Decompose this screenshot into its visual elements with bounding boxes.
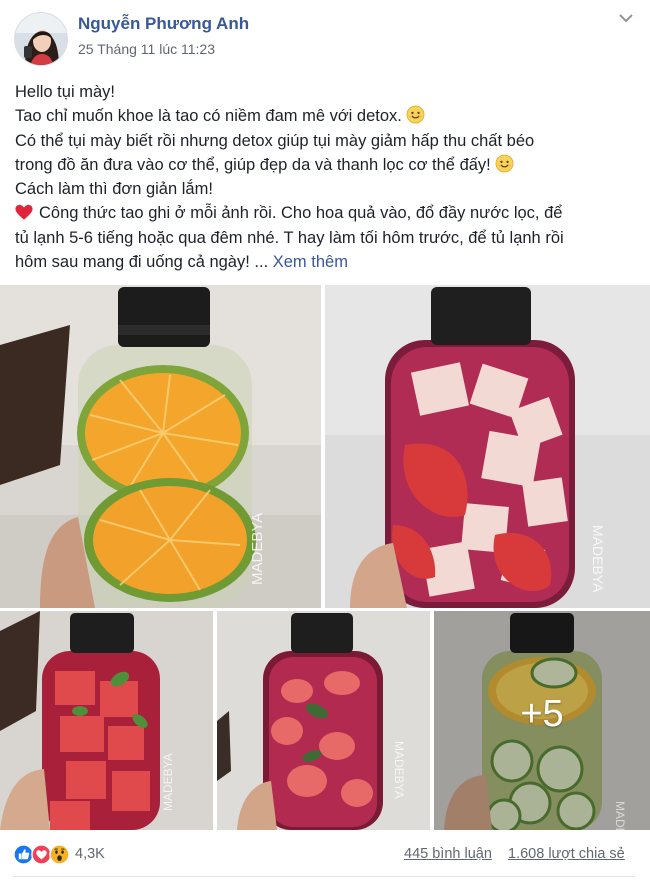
facebook-post: Nguyễn Phương Anh 25 Tháng 11 lúc 11:23 … — [0, 0, 650, 885]
post-line-5: Cách làm thì đơn giản lắm! — [15, 180, 213, 199]
avatar-image — [15, 13, 67, 65]
red-heart-emoji-icon — [15, 205, 33, 221]
more-photos-count: +5 — [520, 693, 564, 735]
post-line-6: Công thức tao ghi ở mỗi ảnh rồi. Cho hoa… — [15, 201, 635, 225]
footer-divider — [13, 876, 635, 877]
photo-watermark: MADEBYA — [392, 741, 406, 799]
photo-watermark: MADEBYA — [161, 753, 175, 811]
photo-watermark: MADEBYA — [249, 513, 266, 585]
reactions-summary[interactable]: 4,3K — [13, 843, 105, 865]
post-timestamp[interactable]: 25 Tháng 11 lúc 11:23 — [78, 41, 215, 57]
author-avatar[interactable] — [14, 12, 68, 66]
photo-orange-lime-bottle[interactable]: MADEBYA — [0, 285, 321, 608]
more-photos-overlay[interactable]: +5 — [434, 611, 650, 830]
smiling-face-emoji-icon — [406, 105, 425, 124]
chevron-down-icon[interactable] — [616, 10, 636, 26]
post-line-7: tủ lạnh 5-6 tiếng hoặc qua đêm nhé. T ha… — [15, 228, 564, 247]
comments-count-link[interactable]: 445 bình luận — [404, 846, 492, 862]
wow-icon — [49, 843, 70, 865]
photo-cucumber-lemon-bottle[interactable]: MADEBYA +5 — [434, 611, 650, 830]
smiling-face-emoji-icon — [495, 154, 514, 173]
post-line-3: Có thể tụi mày biết rồi nhưng detox giúp… — [15, 131, 535, 150]
photo-strawberry-apple-bottle[interactable]: MADEBYA — [325, 285, 650, 608]
photo-watermark: MADEBYA — [590, 525, 606, 593]
see-more-link[interactable]: Xem thêm — [273, 253, 348, 271]
post-line-8: hôm sau mang đi uống cả ngày! ... Xem th… — [15, 253, 348, 272]
photo-strawberry-basil-bottle[interactable]: MADEBYA — [217, 611, 430, 830]
post-line-2: Tao chỉ muốn khoe là tao có niềm đam mê … — [15, 104, 635, 128]
photo-watermelon-mint-bottle[interactable]: MADEBYA — [0, 611, 213, 830]
post-line-1: Hello tụi mày! — [15, 83, 115, 101]
reaction-count: 4,3K — [75, 846, 105, 862]
author-name[interactable]: Nguyễn Phương Anh — [78, 14, 249, 34]
post-line-4: trong đồ ăn đưa vào cơ thể, giúp đẹp da … — [15, 153, 635, 177]
post-text: Hello tụi mày! Tao chỉ muốn khoe là tao … — [15, 80, 635, 274]
shares-count-link[interactable]: 1.608 lượt chia sẻ — [508, 846, 625, 862]
